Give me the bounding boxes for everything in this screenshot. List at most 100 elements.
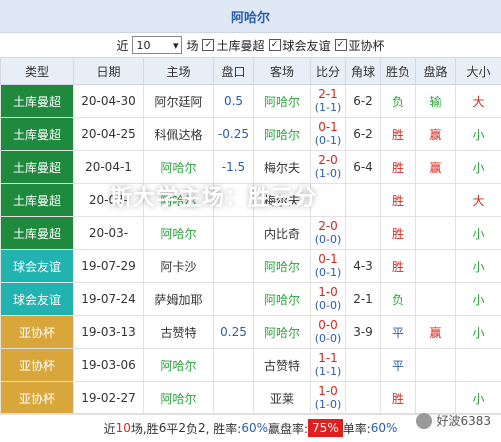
competition-cell: 土库曼超: [1, 217, 74, 250]
competition-cell: 土库曼超: [1, 118, 74, 151]
filter-bar: 近 10 ▾ 场 ✓ 土库曼超 ✓ 球会友谊 ✓ 亚协杯: [0, 33, 501, 57]
col-header: 胜负: [381, 58, 416, 85]
col-header: 主场: [144, 58, 214, 85]
chevron-down-icon: ▾: [173, 39, 179, 52]
result-cell: 平: [381, 316, 416, 349]
half-time-score: (1-0): [311, 398, 345, 412]
table-row: 亚协杯19-03-13古赞特0.25阿哈尔0-0(0-0)3-9平赢小: [1, 316, 501, 349]
matches-table: 类型 日期 主场 盘口 客场 比分 角球 胜负 盘路 大小 土库曼超20-04-…: [0, 57, 501, 415]
corner-cell: 3-9: [346, 316, 381, 349]
over-under-cell: 小: [456, 118, 501, 151]
table-row: 土库曼超20-03-阿哈尔内比奇2-0(0-0)胜小: [1, 217, 501, 250]
footer-text: 赢盘率:: [268, 420, 308, 437]
table-row: 亚协杯19-03-06阿哈尔古赞特1-1(1-1)平: [1, 349, 501, 382]
over-under-cell: 小: [456, 382, 501, 415]
footer-text: 近: [104, 420, 116, 437]
full-time-score: 1-1: [311, 351, 345, 365]
score-cell: 1-1(1-1): [311, 349, 346, 382]
half-time-score: (0-1): [311, 134, 345, 148]
col-header: 大小: [456, 58, 501, 85]
home-team-cell[interactable]: 阿哈尔: [144, 151, 214, 184]
handicap-line-cell: [214, 382, 254, 415]
page-header: 阿哈尔: [0, 0, 501, 33]
away-team-cell[interactable]: 亚莱: [254, 382, 311, 415]
home-team-cell[interactable]: 阿哈尔: [144, 349, 214, 382]
corner-cell: 4-3: [346, 250, 381, 283]
table-row: 球会友谊19-07-24萨姆加耶阿哈尔1-0(0-0)2-1负小: [1, 283, 501, 316]
watermark: 好波6383: [416, 412, 491, 429]
away-team-cell[interactable]: 阿哈尔: [254, 118, 311, 151]
half-time-score: (1-1): [311, 365, 345, 379]
wechat-icon: [416, 413, 432, 429]
result-cell: 胜: [381, 151, 416, 184]
home-team-cell[interactable]: 古赞特: [144, 316, 214, 349]
table-row: 球会友谊19-07-29阿卡沙阿哈尔0-1(0-1)4-3胜小: [1, 250, 501, 283]
date-cell: 19-02-27: [74, 382, 144, 415]
footer-losses: 2: [198, 421, 206, 435]
over-under-cell: 小: [456, 250, 501, 283]
date-cell: 20-04-1: [74, 151, 144, 184]
away-team-cell[interactable]: 古赞特: [254, 349, 311, 382]
footer-handicap-rate: 75%: [308, 419, 343, 437]
match-count-value: 10: [136, 39, 150, 52]
home-team-cell[interactable]: 阿哈尔: [144, 217, 214, 250]
checkbox-1[interactable]: ✓ 球会友谊: [269, 37, 331, 54]
checkbox-label: 土库曼超: [216, 37, 264, 54]
home-team-cell[interactable]: 萨姆加耶: [144, 283, 214, 316]
col-header: 盘口: [214, 58, 254, 85]
result-cell: 胜: [381, 382, 416, 415]
handicap-result-cell: 赢: [416, 151, 456, 184]
over-under-cell: 大: [456, 184, 501, 217]
col-header: 角球: [346, 58, 381, 85]
handicap-line-cell: 0.25: [214, 316, 254, 349]
footer-win-rate: 60%: [241, 421, 268, 435]
match-count-select[interactable]: 10 ▾: [132, 36, 182, 54]
page-title: 阿哈尔: [231, 7, 270, 26]
date-cell: 19-07-29: [74, 250, 144, 283]
table-row: 亚协杯19-02-27阿哈尔 亚莱1-0(1-0) 胜 小: [1, 382, 501, 415]
result-cell: 胜: [381, 118, 416, 151]
handicap-line-cell: [214, 250, 254, 283]
checkbox-0[interactable]: ✓ 土库曼超: [202, 37, 264, 54]
result-cell: 负: [381, 283, 416, 316]
checkbox-label: 球会友谊: [283, 37, 331, 54]
checkbox-check-icon: ✓: [269, 39, 281, 51]
half-time-score: (1-1): [311, 101, 345, 115]
footer-text: 场,胜: [131, 420, 159, 437]
corner-cell: 6-2: [346, 118, 381, 151]
away-team-cell[interactable]: 内比奇: [254, 217, 311, 250]
home-team-cell[interactable]: 阿卡沙: [144, 250, 214, 283]
watermark-text: 好波6383: [436, 412, 491, 429]
handicap-line-cell: [214, 217, 254, 250]
away-team-cell[interactable]: 阿哈尔: [254, 283, 311, 316]
over-under-cell: 大: [456, 85, 501, 118]
result-cell: 胜: [381, 217, 416, 250]
home-team-cell[interactable]: 科佩达格: [144, 118, 214, 151]
home-team-cell[interactable]: 阿尔廷阿: [144, 85, 214, 118]
home-team-cell[interactable]: 阿哈尔: [144, 382, 214, 415]
date-cell: 19-07-24: [74, 283, 144, 316]
handicap-result-cell: [416, 283, 456, 316]
away-team-cell[interactable]: 阿哈尔: [254, 250, 311, 283]
away-team-cell[interactable]: 阿哈尔: [254, 316, 311, 349]
over-under-cell: [456, 349, 501, 382]
result-cell: 胜: [381, 184, 416, 217]
away-team-cell[interactable]: 梅尔夫: [254, 151, 311, 184]
away-team-cell[interactable]: 阿哈尔: [254, 85, 311, 118]
full-time-score: 0-1: [311, 120, 345, 134]
date-cell: 20-04-30: [74, 85, 144, 118]
half-time-score: (1-0): [311, 167, 345, 181]
result-cell: 平: [381, 349, 416, 382]
over-under-cell: 小: [456, 151, 501, 184]
full-time-score: 1-0: [311, 285, 345, 299]
checkbox-2[interactable]: ✓ 亚协杯: [335, 37, 385, 54]
checkbox-label: 亚协杯: [349, 37, 385, 54]
competition-cell: 亚协杯: [1, 382, 74, 415]
handicap-line-cell: -1.5: [214, 151, 254, 184]
half-time-score: (0-0): [311, 233, 345, 247]
table-header-row: 类型 日期 主场 盘口 客场 比分 角球 胜负 盘路 大小: [1, 58, 501, 85]
full-time-score: 0-1: [311, 252, 345, 266]
over-under-cell: 小: [456, 316, 501, 349]
full-time-score: 1-0: [311, 384, 345, 398]
corner-cell: 2-1: [346, 283, 381, 316]
